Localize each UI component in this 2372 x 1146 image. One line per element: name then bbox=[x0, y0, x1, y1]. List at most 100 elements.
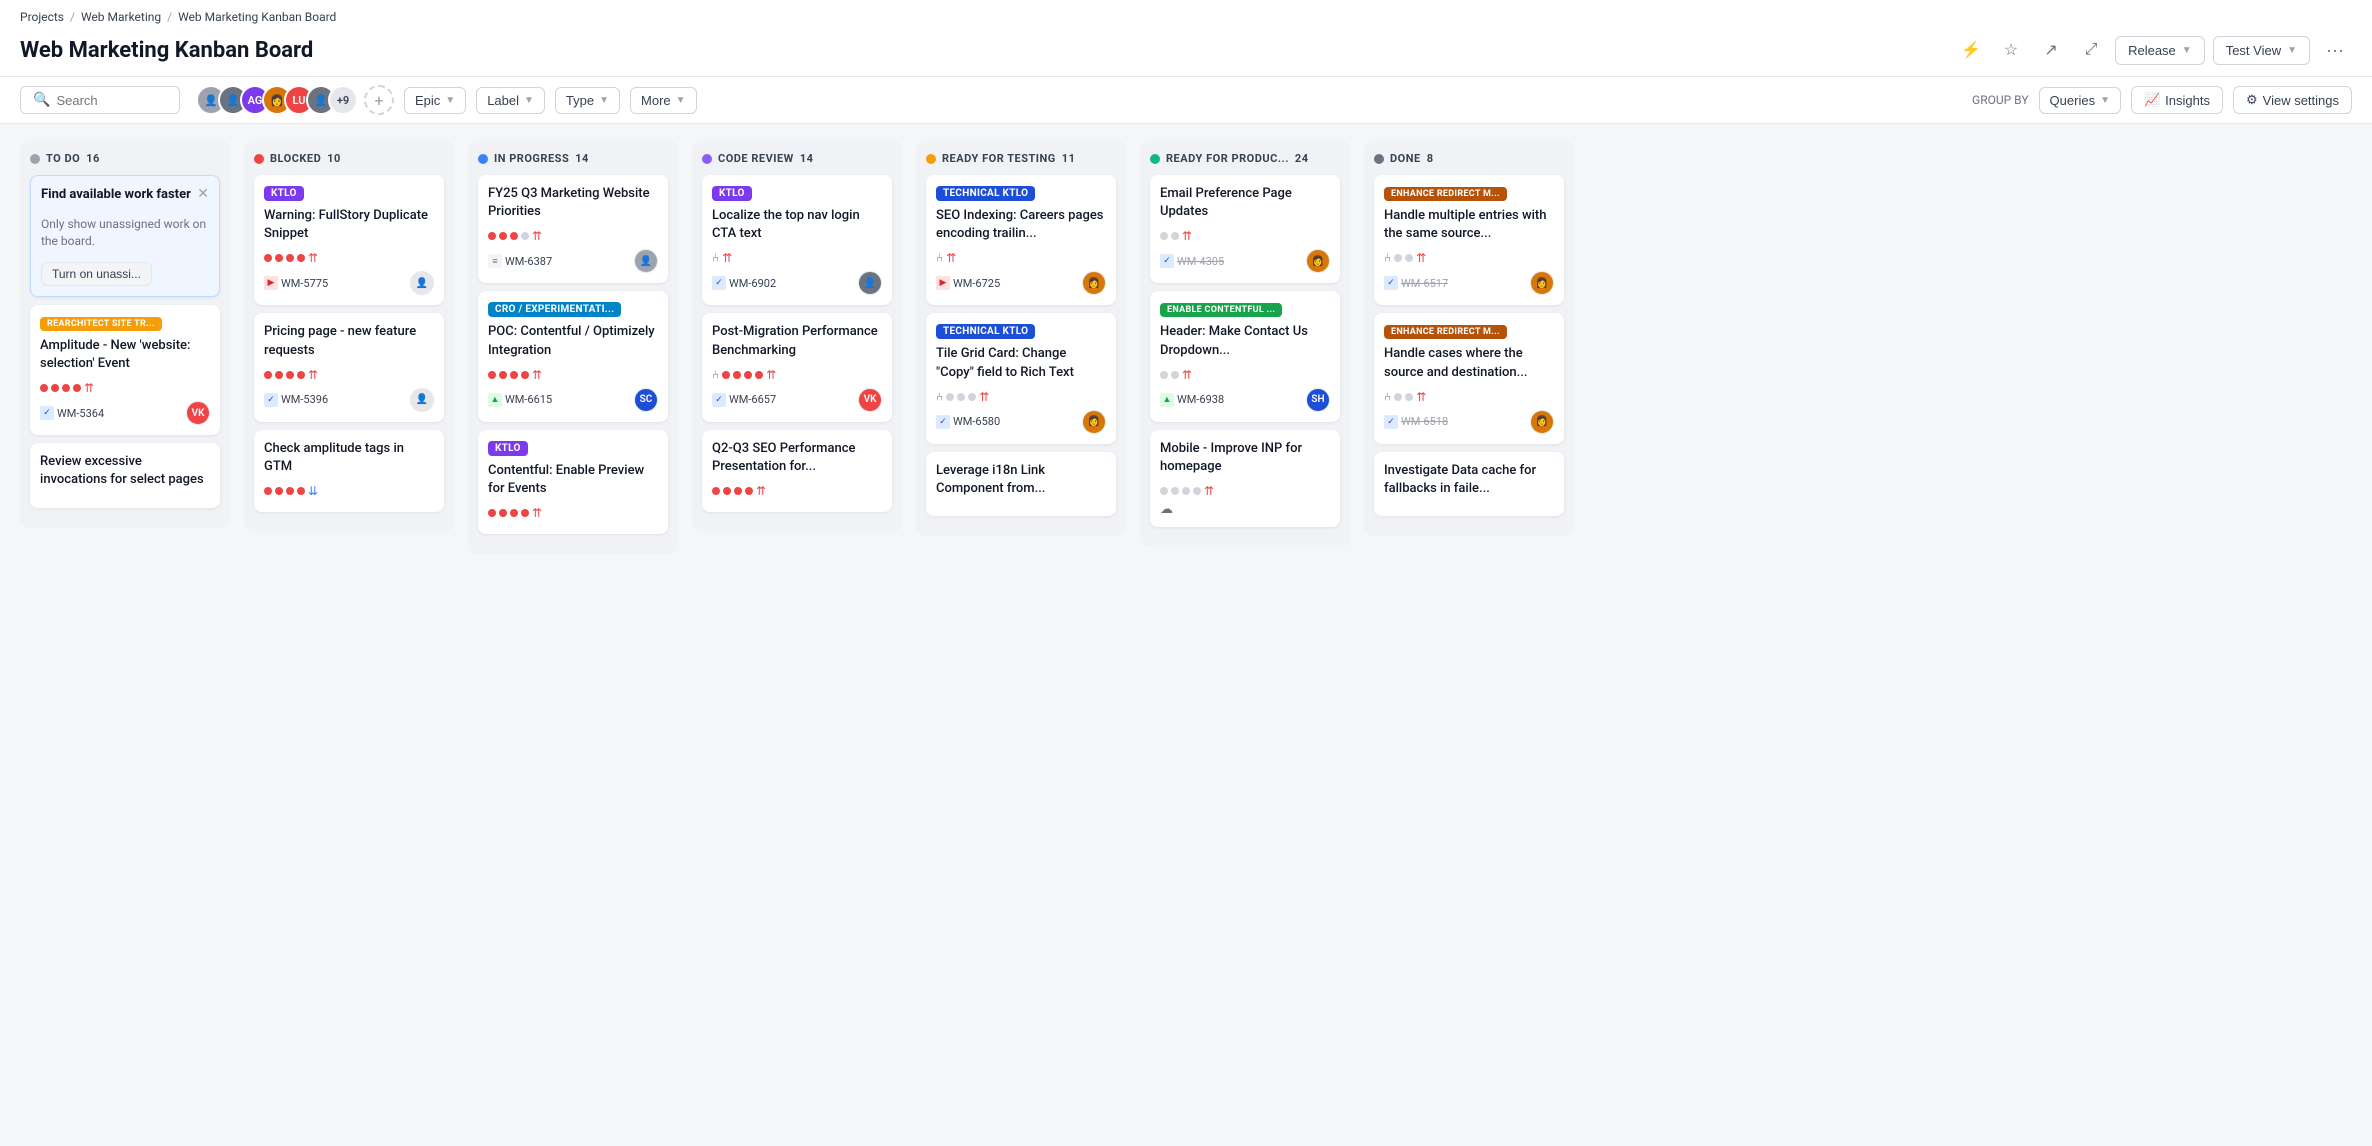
close-icon[interactable]: ✕ bbox=[197, 186, 209, 202]
card-d3[interactable]: Investigate Data cache for fallbacks in … bbox=[1374, 452, 1564, 516]
wm-badge-ip2: ▲ WM-6615 bbox=[488, 393, 552, 407]
card-ip2[interactable]: CRO / EXPERIMENTATI...POC: Contentful / … bbox=[478, 291, 668, 421]
dot bbox=[1182, 487, 1190, 495]
turn-on-button[interactable]: Turn on unassi... bbox=[41, 262, 152, 286]
more-options-button[interactable]: ··· bbox=[2318, 36, 2352, 65]
search-box[interactable]: 🔍 bbox=[20, 86, 180, 114]
queries-label: Queries bbox=[2050, 93, 2096, 108]
wm-badge-b2: ✓ WM-5396 bbox=[264, 393, 328, 407]
card-title-t2: Tile Grid Card: Change "Copy" field to R… bbox=[936, 345, 1106, 381]
release-label: Release bbox=[2128, 43, 2176, 58]
lightning-button[interactable]: ⚡ bbox=[1955, 34, 1987, 66]
priority-up-icon-cr3: ⇈ bbox=[756, 484, 766, 498]
wm-badge-cr1: ✓ WM-6902 bbox=[712, 276, 776, 290]
col-title-todo: TO DO bbox=[46, 152, 80, 165]
card-t3[interactable]: Leverage i18n Link Component from... bbox=[926, 452, 1116, 516]
dot bbox=[744, 371, 752, 379]
avatar-extra-count[interactable]: +9 bbox=[328, 85, 358, 115]
add-member-button[interactable]: + bbox=[364, 85, 394, 115]
wm-icon-c1: ✓ bbox=[40, 406, 54, 420]
queries-dropdown[interactable]: Queries ▼ bbox=[2039, 87, 2121, 114]
header-actions: ⚡ ☆ ↗ ⤢ Release ▼ Test View ▼ ··· bbox=[1955, 34, 2352, 66]
column-blocked: BLOCKED 10 KTLOWarning: FullStory Duplica… bbox=[244, 140, 454, 532]
test-view-dropdown[interactable]: Test View ▼ bbox=[2213, 36, 2310, 65]
card-ip3[interactable]: KTLO Contentful: Enable Preview for Event… bbox=[478, 430, 668, 534]
card-highlight[interactable]: Find available work faster ✕ Only show u… bbox=[30, 175, 220, 297]
label-filter[interactable]: Label ▼ bbox=[476, 87, 545, 114]
card-t1[interactable]: TECHNICAL KTLOSEO Indexing: Careers page… bbox=[926, 175, 1116, 305]
more-filter[interactable]: More ▼ bbox=[630, 87, 697, 114]
breadcrumb-kanban[interactable]: Web Marketing Kanban Board bbox=[178, 10, 336, 24]
card-title-cr2: Post-Migration Performance Benchmarking bbox=[712, 323, 882, 359]
card-footer-cr1: ✓ WM-6902 👤 bbox=[712, 271, 882, 295]
col-header-blocked: BLOCKED 10 bbox=[254, 152, 444, 165]
wm-badge-t2: ✓ WM-6580 bbox=[936, 415, 1000, 429]
avatars-group: 👤 👤 AG 👩 LU 👤 +9 + bbox=[196, 85, 394, 115]
dot bbox=[521, 371, 529, 379]
card-footer-b2: ✓ WM-5396 👤 bbox=[264, 388, 434, 412]
breadcrumb-web-marketing[interactable]: Web Marketing bbox=[81, 10, 161, 24]
share-button[interactable]: ↗ bbox=[2035, 34, 2067, 66]
card-tag-b1: KTLO bbox=[264, 186, 304, 201]
col-count-testing: 11 bbox=[1062, 152, 1076, 165]
dot bbox=[286, 371, 294, 379]
card-title-pr1: Email Preference Page Updates bbox=[1160, 185, 1330, 221]
view-settings-button[interactable]: ⚙ View settings bbox=[2233, 86, 2352, 114]
card-b3[interactable]: Check amplitude tags in GTM⇊ bbox=[254, 430, 444, 512]
card-subtitle-highlight: Only show unassigned work on the board. bbox=[41, 216, 209, 250]
page-title-row: Web Marketing Kanban Board ⚡ ☆ ↗ ⤢ Relea… bbox=[20, 28, 2352, 76]
breadcrumb-projects[interactable]: Projects bbox=[20, 10, 64, 24]
column-codereview: CODE REVIEW 14 KTLOLocalize the top nav l… bbox=[692, 140, 902, 532]
insights-button[interactable]: 📈 Insights bbox=[2131, 86, 2223, 114]
priority-up-icon-ip3: ⇈ bbox=[532, 506, 542, 520]
card-footer-cr2: ✓ WM-6657 VK bbox=[712, 388, 882, 412]
card-pr3[interactable]: Mobile - Improve INP for homepage⇈☁ bbox=[1150, 430, 1340, 527]
card-d1[interactable]: ENHANCE REDIRECT M...Handle multiple ent… bbox=[1374, 175, 1564, 305]
dot bbox=[1405, 254, 1413, 262]
card-tag-d1: ENHANCE REDIRECT M... bbox=[1384, 187, 1507, 201]
label-chevron-icon: ▼ bbox=[524, 95, 534, 106]
card-title-ip3: Contentful: Enable Preview for Events bbox=[488, 462, 658, 498]
type-filter[interactable]: Type ▼ bbox=[555, 87, 620, 114]
card-ip1[interactable]: FY25 Q3 Marketing Website Priorities⇈ ≡ … bbox=[478, 175, 668, 283]
card-c2[interactable]: Review excessive invocations for select … bbox=[30, 443, 220, 507]
priority-up-icon-c1: ⇈ bbox=[84, 381, 94, 395]
release-dropdown[interactable]: Release ▼ bbox=[2115, 36, 2205, 65]
kanban-board: TO DO 16 Find available work faster ✕ On… bbox=[0, 124, 2372, 1100]
card-pr1[interactable]: Email Preference Page Updates⇈ ✓ WM-4305… bbox=[1150, 175, 1340, 283]
col-header-codereview: CODE REVIEW 14 bbox=[702, 152, 892, 165]
card-meta-row-b3: ⇊ bbox=[264, 484, 434, 498]
merge-icon-d1: ⑃ bbox=[1384, 251, 1391, 265]
card-tag-ip3: KTLO bbox=[488, 441, 528, 456]
card-title-pr2: Header: Make Contact Us Dropdown... bbox=[1160, 323, 1330, 359]
card-footer-d2: ✓ WM-6518 👩 bbox=[1384, 410, 1554, 434]
card-d2[interactable]: ENHANCE REDIRECT M...Handle cases where … bbox=[1374, 313, 1564, 443]
col-title-testing: READY FOR TESTING bbox=[942, 152, 1056, 165]
card-cr1[interactable]: KTLOLocalize the top nav login CTA text⑃… bbox=[702, 175, 892, 305]
dot bbox=[62, 384, 70, 392]
card-b2[interactable]: Pricing page - new feature requests⇈ ✓ W… bbox=[254, 313, 444, 421]
card-cr2[interactable]: Post-Migration Performance Benchmarking⑃… bbox=[702, 313, 892, 421]
card-meta-row-pr3: ⇈ bbox=[1160, 484, 1330, 498]
col-dot-inprogress bbox=[478, 154, 488, 164]
card-tag-t1: TECHNICAL KTLO bbox=[936, 186, 1035, 201]
column-prodready: READY FOR PRODUC... 24Email Preference P… bbox=[1140, 140, 1350, 547]
expand-button[interactable]: ⤢ bbox=[2075, 34, 2107, 66]
card-t2[interactable]: TECHNICAL KTLOTile Grid Card: Change "Co… bbox=[926, 313, 1116, 443]
card-cr3[interactable]: Q2-Q3 SEO Performance Presentation for..… bbox=[702, 430, 892, 512]
col-title-blocked: BLOCKED bbox=[270, 152, 321, 165]
card-b1[interactable]: KTLOWarning: FullStory Duplicate Snippet… bbox=[254, 175, 444, 305]
col-dot-done bbox=[1374, 154, 1384, 164]
wm-icon-pr2: ▲ bbox=[1160, 393, 1174, 407]
epic-filter[interactable]: Epic ▼ bbox=[404, 87, 466, 114]
star-button[interactable]: ☆ bbox=[1995, 34, 2027, 66]
dot bbox=[40, 384, 48, 392]
col-dot-testing bbox=[926, 154, 936, 164]
wm-icon-ip1: ≡ bbox=[488, 254, 502, 268]
card-pr2[interactable]: ENABLE CONTENTFUL ...Header: Make Contac… bbox=[1150, 291, 1340, 421]
card-c1[interactable]: REARCHITECT SITE TR...Amplitude - New 'w… bbox=[30, 305, 220, 435]
search-input[interactable] bbox=[56, 93, 156, 108]
dot bbox=[722, 371, 730, 379]
card-footer-ip2: ▲ WM-6615 SC bbox=[488, 388, 658, 412]
card-avatar-d1: 👩 bbox=[1530, 271, 1554, 295]
